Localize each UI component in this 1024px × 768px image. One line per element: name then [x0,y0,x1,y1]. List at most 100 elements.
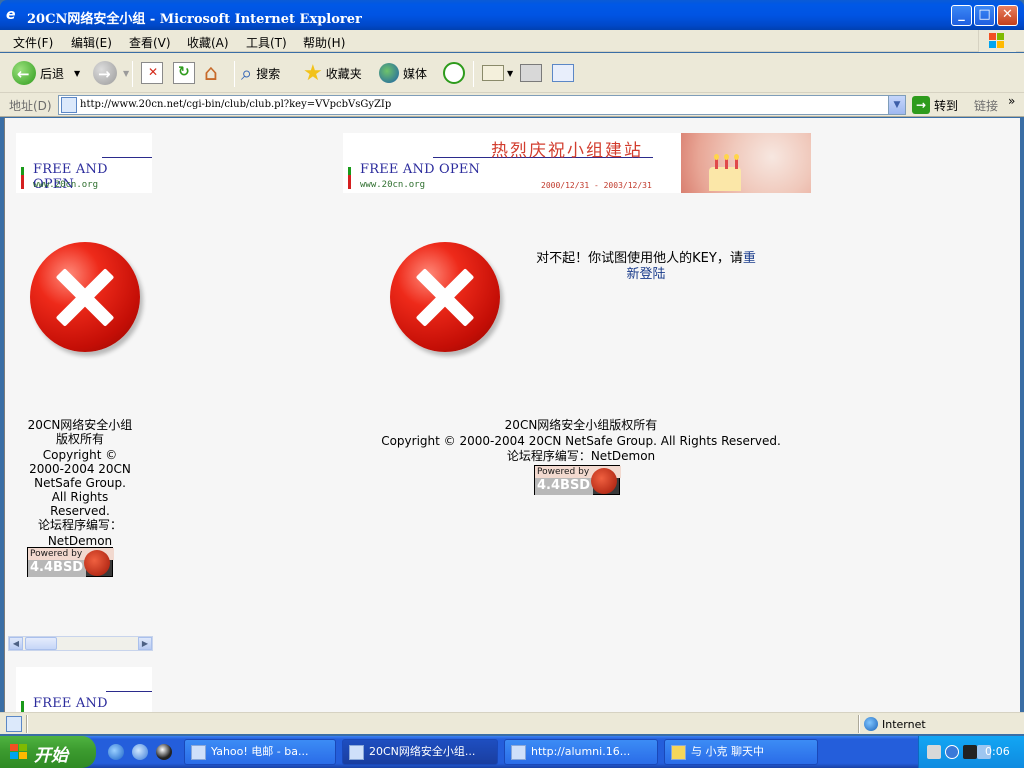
address-url[interactable]: http://www.20cn.net/cgi-bin/club/club.pl… [80,99,391,110]
mail-button[interactable]: ▼ [482,59,513,87]
side-footer-line: NetSafe Group. [34,476,126,490]
forward-dropdown-icon[interactable]: ▼ [123,69,129,78]
relogin-link[interactable]: 重 [743,251,756,266]
internet-zone-icon [864,717,878,731]
flame [714,154,719,160]
menu-favorites[interactable]: 收藏(A) [187,34,229,51]
ie-window-icon [511,745,526,760]
back-button[interactable]: ← 后退 ▼ [12,59,80,87]
ie-quicklaunch-icon[interactable] [108,744,124,760]
main-banner[interactable]: 热烈庆祝小组建站 FREE AND OPEN www.20cn.org 2000… [343,133,811,193]
back-label: 后退 [40,66,65,81]
toolbar: ← 后退 ▼ → ▼ ✕ ↻ ⌂ ⌕ 搜索 ★ 收藏夹 媒体 ▼ [0,53,1024,93]
tray-expand-icon[interactable] [945,745,959,759]
cake-image [709,167,741,191]
forward-button[interactable]: → ▼ [93,59,129,87]
banner-bar-green [21,701,24,712]
hamster-cake-photo [681,133,811,193]
stop-button[interactable]: ✕ [141,59,163,87]
qq-tray-icon[interactable] [963,745,977,759]
flame [734,154,739,160]
start-button[interactable]: 开始 [0,736,96,768]
main-footer: 20CN网络安全小组版权所有 Copyright © 2000-2004 20C… [361,418,801,463]
mail-dropdown-icon[interactable]: ▼ [507,69,513,78]
task-label: 与 小克 聊天中 [691,745,764,758]
scroll-right-icon[interactable]: ▶ [138,637,152,650]
address-label: 地址(D) [9,99,52,113]
status-bar: Internet [0,712,1024,734]
links-button[interactable]: 链接 [974,97,998,114]
address-dropdown-icon[interactable]: ▼ [888,96,905,114]
flame [724,154,729,160]
side-frame-scrollbar[interactable]: ◀ ▶ [8,636,153,651]
banner-bar-green [348,167,351,175]
keyboard-icon[interactable] [927,745,941,759]
task-label: 20CN网络安全小组... [369,745,476,758]
ie-window-icon [191,745,206,760]
back-dropdown-icon[interactable]: ▼ [74,69,80,78]
go-button[interactable]: → 转到 [912,96,958,114]
history-icon [443,62,465,84]
powered-by-bsd-badge[interactable]: Powered by 4.4BSD [27,547,114,577]
back-arrow-icon: ← [12,61,36,85]
toolbar-separator [234,61,235,87]
bsd-daemon-icon [84,550,110,576]
qq-quicklaunch-icon[interactable] [156,744,172,760]
favorites-button[interactable]: ★ 收藏夹 [303,59,362,87]
side-footer-line: 论坛程序编写： [37,518,122,532]
error-text: 对不起！你试图使用他人的KEY，请 [536,251,743,266]
minimize-button[interactable]: _ [951,5,972,26]
error-message: 对不起！你试图使用他人的KEY，请重 新登陆 [521,251,771,283]
refresh-button[interactable]: ↻ [173,59,195,87]
status-separator [858,715,860,733]
windows-flag-icon [989,33,1005,49]
go-arrow-icon: → [912,96,930,114]
menu-view[interactable]: 查看(V) [129,34,171,51]
refresh-icon: ↻ [173,62,195,84]
address-input[interactable]: http://www.20cn.net/cgi-bin/club/club.pl… [58,95,906,115]
candle [715,159,718,169]
search-button[interactable]: ⌕ 搜索 [241,59,280,87]
windows-flag-icon [10,744,28,760]
forward-arrow-icon: → [93,61,117,85]
menu-bar: 文件(F) 编辑(E) 查看(V) 收藏(A) 工具(T) 帮助(H) [0,30,1024,52]
close-button[interactable]: ✕ [997,5,1018,26]
edit-button[interactable] [552,59,574,87]
error-x-icon [30,242,140,352]
go-label: 转到 [934,98,959,113]
side-footer-line: 2000-2004 20CN [29,462,131,476]
taskbar-item-chat[interactable]: 与 小克 聊天中 [664,739,818,765]
media-button[interactable]: 媒体 [379,59,427,87]
side-banner[interactable]: FREE AND OPEN www.20cn.org [16,133,152,193]
bsd-label: 4.4BSD [30,560,84,575]
page-status-icon [6,716,22,732]
taskbar-item-yahoo[interactable]: Yahoo! 电邮 - ba... [184,739,336,765]
print-button[interactable] [520,59,542,87]
home-button[interactable]: ⌂ [204,59,218,87]
history-button[interactable] [443,59,465,87]
candle [725,159,728,169]
stop-icon: ✕ [141,62,163,84]
menu-help[interactable]: 帮助(H) [303,34,345,51]
taskbar-item-alumni[interactable]: http://alumni.16... [504,739,658,765]
menu-tools[interactable]: 工具(T) [246,34,287,51]
side-banner-lower[interactable]: FREE AND OPEN [16,667,152,712]
scroll-thumb[interactable] [25,637,57,650]
search-label: 搜索 [256,66,281,81]
taskbar: 开始 Yahoo! 电邮 - ba... 20CN网络安全小组... http:… [0,736,1024,768]
relogin-link[interactable]: 新登陆 [626,267,665,282]
browser-quicklaunch-icon[interactable] [132,744,148,760]
powered-by-bsd-badge[interactable]: Powered by 4.4BSD [534,465,621,495]
scroll-left-icon[interactable]: ◀ [9,637,23,650]
links-chevron-icon[interactable]: » [1008,94,1015,108]
clock: 0:06 [985,745,1010,758]
taskbar-item-20cn[interactable]: 20CN网络安全小组... [342,739,498,765]
title-bar[interactable]: e 20CN网络安全小组 - Microsoft Internet Explor… [0,0,1024,30]
side-footer-line: Copyright © [42,448,118,462]
banner-free-text: FREE AND OPEN [360,162,481,177]
side-footer-line: 版权所有 [55,432,104,446]
maximize-button[interactable]: □ [974,5,995,26]
menu-edit[interactable]: 编辑(E) [71,34,112,51]
menu-file[interactable]: 文件(F) [13,34,53,51]
footer-copyright-en: Copyright © 2000-2004 20CN NetSafe Group… [381,434,781,448]
